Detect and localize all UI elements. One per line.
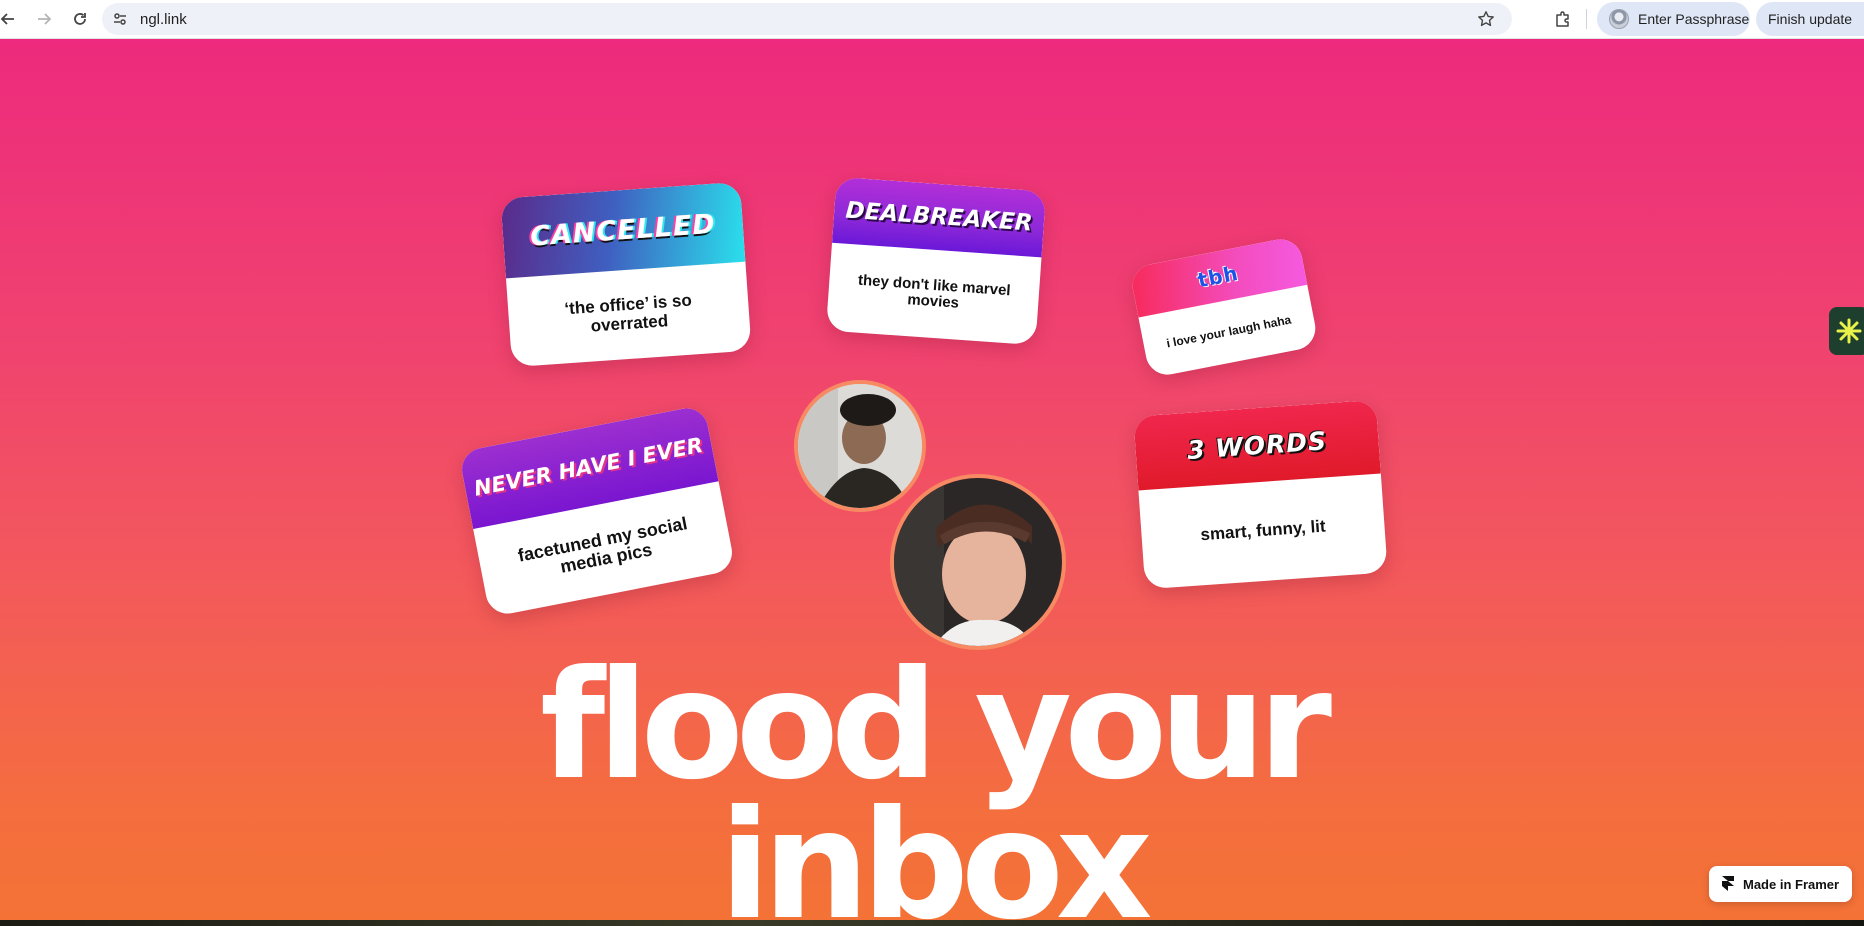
reload-button[interactable] — [62, 4, 98, 34]
tune-icon — [114, 13, 126, 25]
profile-button[interactable]: Enter Passphrase — [1597, 2, 1750, 36]
back-button[interactable] — [0, 4, 26, 34]
back-arrow-icon — [0, 13, 14, 25]
asterisk-icon — [1836, 318, 1862, 344]
menu-dots-icon: ⋮ — [1858, 9, 1864, 29]
url-text[interactable]: ngl.link — [140, 11, 187, 28]
bottom-image-strip — [0, 920, 1864, 926]
woman-portrait-icon — [894, 478, 1062, 646]
tbh-logo: tbh — [1195, 260, 1241, 293]
card-message: smart, funny, lit — [1199, 516, 1327, 545]
avatar-photo-woman — [890, 474, 1066, 650]
bookmark-button[interactable] — [1474, 7, 1498, 31]
card-cancelled: CANCELLED ‘the office’ is so overrated — [500, 181, 752, 368]
card-tbh: tbh i love your laugh haha — [1128, 235, 1320, 379]
avatar-photo-man — [794, 380, 926, 512]
star-icon — [1478, 11, 1494, 27]
card-message: they don't like marvel movies — [857, 271, 1012, 312]
browser-toolbar: ngl.link Enter Passphrase Finish update … — [0, 0, 1864, 39]
made-in-framer-badge[interactable]: Made in Framer — [1709, 866, 1852, 902]
toolbar-separator — [1586, 9, 1587, 29]
site-info-button[interactable] — [106, 5, 134, 33]
three-words-logo: 3 WORDS — [1186, 425, 1328, 465]
landing-page: CANCELLED ‘the office’ is so overrated D… — [0, 39, 1864, 920]
card-message: ‘the office’ is so overrated — [563, 290, 693, 336]
update-label: Finish update — [1768, 11, 1853, 27]
framer-logo-icon — [1722, 876, 1734, 891]
dealbreaker-logo: DEALBREAKER — [844, 197, 1034, 237]
profile-label: Enter Passphrase — [1638, 11, 1750, 27]
card-never-have-i-ever: NEVER HAVE I EVER facetuned my social me… — [458, 404, 736, 618]
side-widget-button[interactable] — [1829, 307, 1864, 355]
framer-badge-label: Made in Framer — [1743, 876, 1840, 892]
reload-icon — [74, 13, 86, 25]
man-portrait-icon — [798, 384, 922, 508]
card-dealbreaker: DEALBREAKER they don't like marvel movie… — [825, 176, 1047, 346]
address-bar[interactable]: ngl.link — [102, 3, 1512, 35]
forward-button[interactable] — [26, 4, 62, 34]
cancelled-logo: CANCELLED — [529, 208, 717, 253]
profile-avatar-icon — [1609, 9, 1629, 29]
puzzle-icon — [1556, 11, 1569, 27]
hero-headline-line2: inbox — [719, 779, 1152, 920]
extensions-button[interactable] — [1548, 4, 1578, 34]
forward-arrow-icon — [38, 13, 52, 25]
card-3-words: 3 WORDS smart, funny, lit — [1133, 399, 1388, 590]
update-button[interactable]: Finish update ⋮ — [1756, 2, 1864, 36]
